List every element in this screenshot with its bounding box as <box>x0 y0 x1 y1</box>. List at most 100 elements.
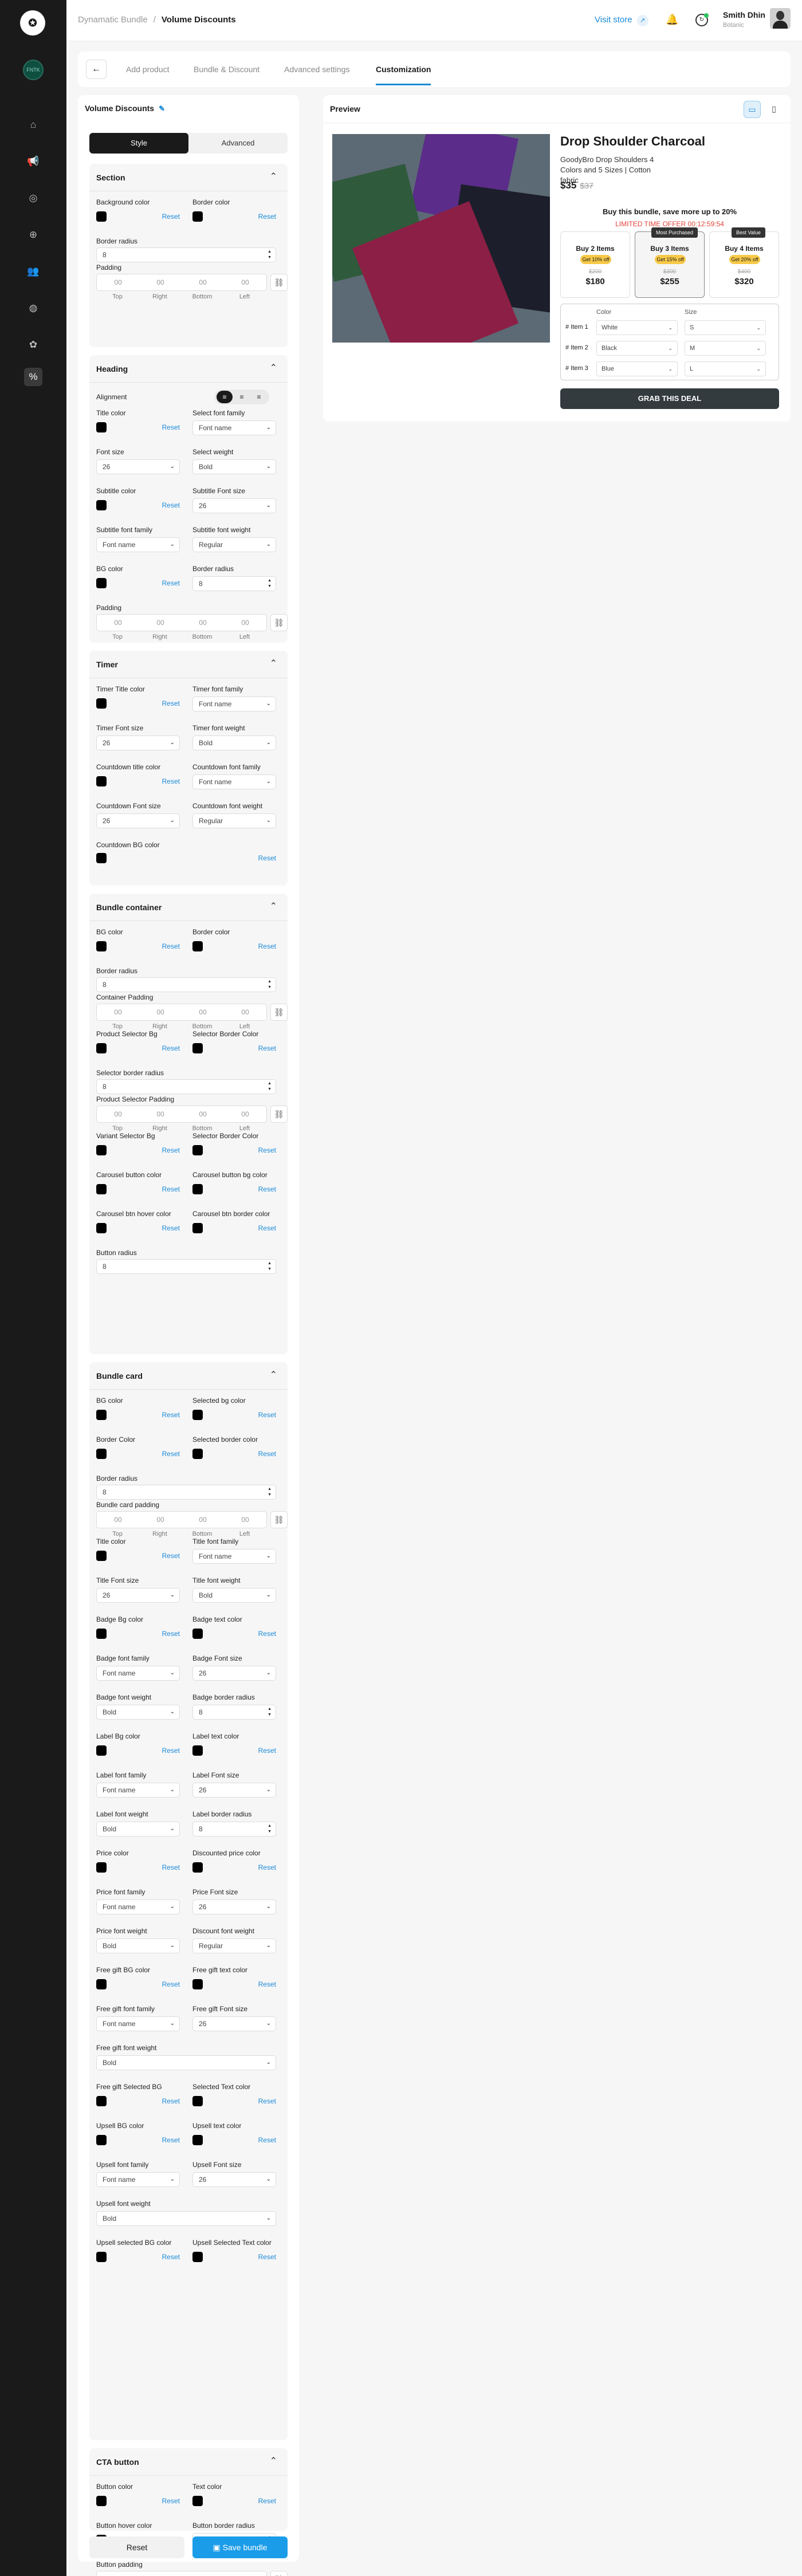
bundle-card[interactable]: Most Purchased Buy 3 Items Get 15% off $300… <box>635 227 705 298</box>
reset-link[interactable]: Reset <box>162 1980 180 1988</box>
reset-link[interactable]: Reset <box>258 1450 276 1458</box>
select-dropdown[interactable]: Bold ⌄ <box>96 2055 276 2070</box>
color-swatch[interactable] <box>96 698 107 709</box>
color-swatch[interactable] <box>192 1862 203 1873</box>
select-dropdown[interactable]: Font name ⌄ <box>192 697 276 711</box>
stepper-icon[interactable]: ▲▼ <box>268 1486 272 1498</box>
reset-link[interactable]: Reset <box>258 854 276 862</box>
reset-link[interactable]: Reset <box>162 501 180 509</box>
color-swatch[interactable] <box>96 500 107 510</box>
color-swatch[interactable] <box>96 422 107 432</box>
stepper-icon[interactable]: ▲▼ <box>268 1081 272 1092</box>
variant-size-select[interactable]: M ⌄ <box>685 341 766 356</box>
color-swatch[interactable] <box>96 211 107 222</box>
reset-link[interactable]: Reset <box>162 2497 180 2505</box>
reset-link[interactable]: Reset <box>162 1044 180 1052</box>
color-swatch[interactable] <box>192 211 203 222</box>
color-swatch[interactable] <box>96 1043 107 1053</box>
percent-icon[interactable]: % <box>24 368 42 386</box>
select-dropdown[interactable]: 26 ⌄ <box>192 498 276 513</box>
color-swatch[interactable] <box>96 1979 107 1989</box>
chevron-up-icon[interactable]: ⌃ <box>270 658 277 669</box>
users-icon[interactable]: 👥 <box>24 262 42 281</box>
color-swatch[interactable] <box>96 2252 107 2262</box>
padding-value[interactable]: 00 <box>97 615 139 631</box>
style-tab[interactable]: Style <box>89 133 188 154</box>
padding-value[interactable]: 00 <box>224 615 266 631</box>
select-dropdown[interactable]: Bold ⌄ <box>96 1705 180 1720</box>
grab-deal-button[interactable]: GRAB THIS DEAL <box>560 388 779 409</box>
stepper-icon[interactable]: ▲▼ <box>268 1823 272 1835</box>
stepper-icon[interactable]: ▲▼ <box>268 1706 272 1718</box>
reset-link[interactable]: Reset <box>258 1747 276 1755</box>
select-dropdown[interactable]: 26 ⌄ <box>192 1899 276 1914</box>
select-dropdown[interactable]: 26 ⌄ <box>192 2016 276 2031</box>
color-swatch[interactable] <box>192 1449 203 1459</box>
color-swatch[interactable] <box>96 1410 107 1420</box>
chevron-up-icon[interactable]: ⌃ <box>270 2455 277 2467</box>
padding-value[interactable]: 00 <box>182 1106 224 1122</box>
link-icon[interactable]: ⛓ <box>270 614 288 631</box>
padding-value[interactable]: 00 <box>139 1106 182 1122</box>
select-dropdown[interactable]: Font name ⌄ <box>96 2016 180 2031</box>
select-dropdown[interactable]: Regular ⌄ <box>192 1938 276 1953</box>
reset-link[interactable]: Reset <box>162 213 180 221</box>
select-dropdown[interactable]: Bold ⌄ <box>192 1588 276 1603</box>
color-swatch[interactable] <box>192 2496 203 2506</box>
padding-value[interactable]: 00 <box>139 1512 182 1528</box>
badge-icon[interactable]: ✿ <box>24 336 42 354</box>
reset-link[interactable]: Reset <box>162 942 180 950</box>
edit-icon[interactable]: ✎ <box>159 104 165 113</box>
padding-value[interactable]: 00 <box>182 615 224 631</box>
mobile-icon[interactable]: ▯ <box>765 101 783 118</box>
reset-link[interactable]: Reset <box>162 1630 180 1638</box>
padding-value[interactable]: 00 <box>139 1004 182 1020</box>
number-input[interactable]: 8 ▲▼ <box>96 247 276 262</box>
reset-link[interactable]: Reset <box>258 2253 276 2261</box>
color-swatch[interactable] <box>192 2096 203 2106</box>
reset-link[interactable]: Reset <box>258 1863 276 1871</box>
link-icon[interactable]: ⛓ <box>270 274 288 291</box>
color-swatch[interactable] <box>192 1184 203 1194</box>
reset-link[interactable]: Reset <box>162 1185 180 1193</box>
advanced-tab[interactable]: Advanced <box>188 133 288 154</box>
variant-size-select[interactable]: L ⌄ <box>685 361 766 376</box>
select-dropdown[interactable]: 26 ⌄ <box>96 736 180 750</box>
bundle-card[interactable]: Buy 2 Items Get 10% off $200 $180 <box>560 231 630 298</box>
reset-link[interactable]: Reset <box>258 2097 276 2105</box>
color-swatch[interactable] <box>192 1745 203 1756</box>
padding-value[interactable]: 00 <box>224 2571 266 2576</box>
color-swatch[interactable] <box>192 941 203 951</box>
padding-value[interactable]: 00 <box>97 1512 139 1528</box>
padding-value[interactable]: 00 <box>182 1512 224 1528</box>
color-swatch[interactable] <box>96 578 107 588</box>
select-dropdown[interactable]: Font name ⌄ <box>96 537 180 552</box>
reset-link[interactable]: Reset <box>258 1980 276 1988</box>
select-dropdown[interactable]: 26 ⌄ <box>192 1666 276 1681</box>
padding-value[interactable]: 00 <box>182 2571 224 2576</box>
reset-link[interactable]: Reset <box>258 1411 276 1419</box>
variant-color-select[interactable]: White ⌄ <box>596 320 678 335</box>
color-swatch[interactable] <box>96 1145 107 1155</box>
reset-link[interactable]: Reset <box>258 1044 276 1052</box>
reset-link[interactable]: Reset <box>258 1146 276 1154</box>
padding-value[interactable]: 00 <box>97 1004 139 1020</box>
reset-link[interactable]: Reset <box>162 2253 180 2261</box>
avatar[interactable] <box>770 8 791 29</box>
reset-link[interactable]: Reset <box>162 1146 180 1154</box>
desktop-icon[interactable]: ▭ <box>744 101 761 118</box>
tab-add-product[interactable]: Add product <box>126 65 170 74</box>
number-input[interactable]: 8 ▲▼ <box>96 1079 276 1094</box>
color-swatch[interactable] <box>96 1449 107 1459</box>
link-icon[interactable]: ⛓ <box>270 2571 288 2576</box>
store-badge[interactable]: FNTK <box>23 60 44 80</box>
chevron-up-icon[interactable]: ⌃ <box>270 362 277 373</box>
color-swatch[interactable] <box>96 2135 107 2145</box>
reset-link[interactable]: Reset <box>162 2136 180 2144</box>
color-swatch[interactable] <box>192 1043 203 1053</box>
select-dropdown[interactable]: 26 ⌄ <box>192 2172 276 2187</box>
tab-bundle-discount[interactable]: Bundle & Discount <box>194 65 260 74</box>
padding-value[interactable]: 00 <box>224 1512 266 1528</box>
reset-link[interactable]: Reset <box>258 213 276 221</box>
align-right-icon[interactable]: ≡ <box>251 391 267 403</box>
